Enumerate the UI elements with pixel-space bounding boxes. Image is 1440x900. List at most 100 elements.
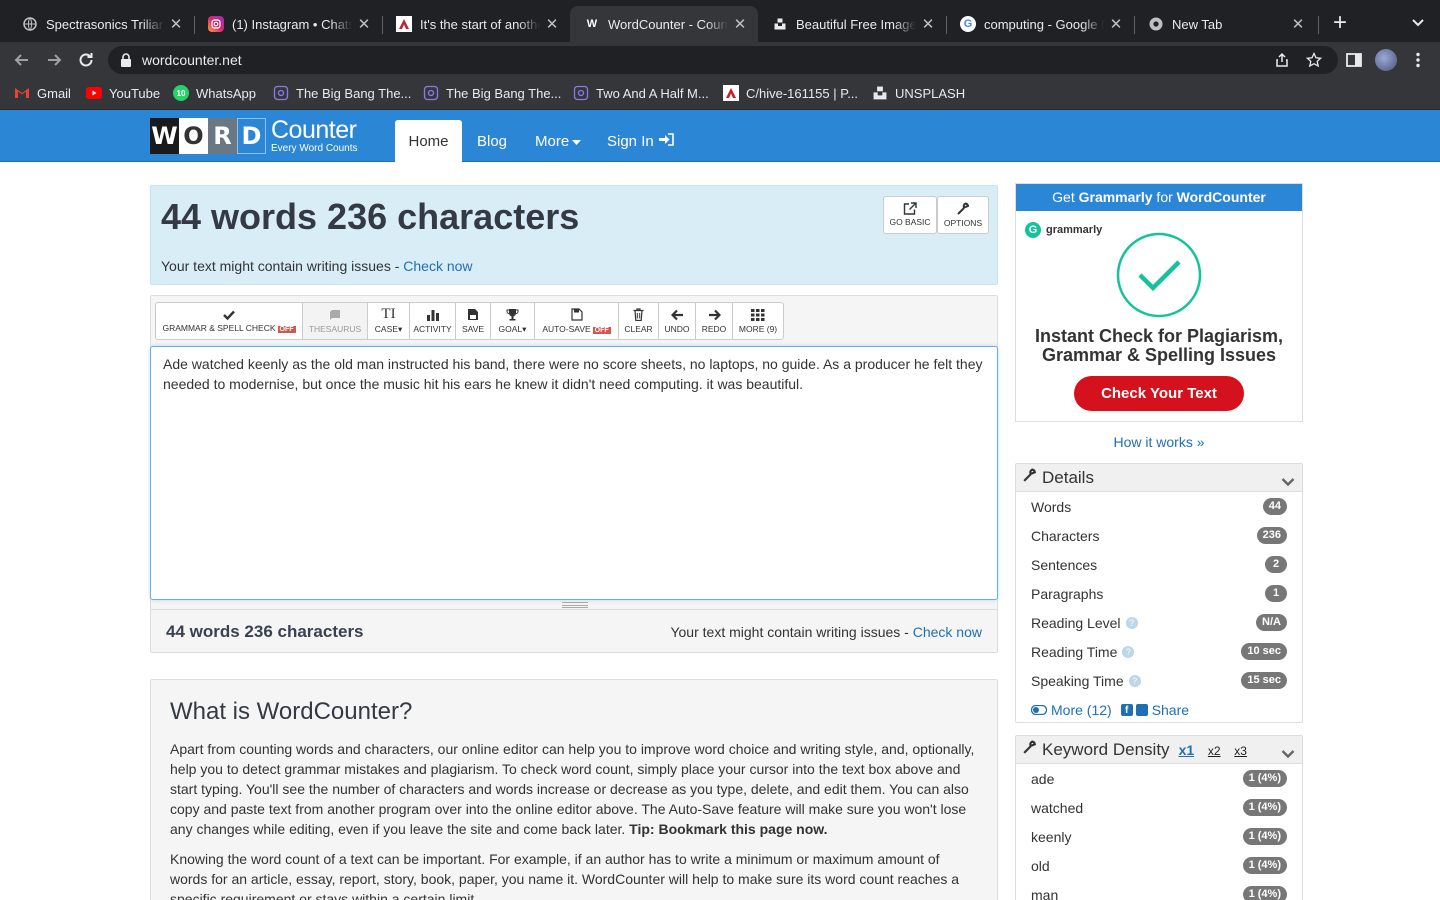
more-tools-button[interactable]: MORE (9) bbox=[732, 302, 784, 340]
browser-tab[interactable]: It's the start of another ✕ bbox=[382, 6, 570, 42]
help-icon[interactable]: ? bbox=[1128, 674, 1141, 687]
help-icon[interactable]: ? bbox=[1122, 645, 1135, 658]
wordcounter-logo[interactable]: W O R D Counter Every Word Counts bbox=[150, 118, 358, 154]
button-label: AUTO-SAVE bbox=[542, 324, 591, 334]
close-tab-icon[interactable]: ✕ bbox=[1290, 15, 1306, 33]
ad-title: Instant Check for Plagiarism, Grammar & … bbox=[1034, 326, 1284, 365]
tab-search-chevron-icon[interactable] bbox=[1408, 12, 1428, 32]
options-button[interactable]: OPTIONS bbox=[937, 196, 989, 234]
bookmark-big-bang-1[interactable]: The Big Bang The... bbox=[273, 85, 411, 101]
details-header[interactable]: Details bbox=[1016, 464, 1302, 492]
profile-avatar[interactable] bbox=[1375, 49, 1397, 71]
wordcounter-favicon: W bbox=[586, 18, 598, 30]
share-icon[interactable] bbox=[1274, 52, 1290, 68]
details-row-reading-level: Reading Level? N/A bbox=[1016, 608, 1302, 637]
forward-arrow-icon[interactable] bbox=[44, 50, 64, 70]
share-link[interactable]: Share bbox=[1152, 702, 1189, 718]
lock-icon[interactable] bbox=[120, 53, 132, 67]
logo-title: Counter bbox=[271, 116, 357, 144]
nav-blog[interactable]: Blog bbox=[463, 120, 521, 162]
bookmark-label: Gmail bbox=[37, 85, 71, 101]
keyword-word: watched bbox=[1031, 799, 1084, 816]
bookmark-big-bang-2[interactable]: The Big Bang The... bbox=[423, 85, 561, 101]
browser-tab[interactable]: Spectrasonics Trilian ✕ bbox=[8, 6, 194, 42]
button-label: UNDO bbox=[664, 323, 690, 334]
browser-tab[interactable]: Beautiful Free Images ✕ bbox=[758, 6, 946, 42]
bookmark-unsplash[interactable]: UNSPLASH bbox=[872, 85, 965, 101]
case-dropdown-button[interactable]: TI CASE▾ bbox=[367, 302, 410, 340]
nav-sign-in[interactable]: Sign In bbox=[593, 120, 688, 162]
browser-tab[interactable]: G computing - Google F ✕ bbox=[946, 6, 1134, 42]
button-label: ACTIVITY bbox=[413, 323, 452, 334]
help-icon[interactable]: ? bbox=[1125, 616, 1138, 629]
nav-more-dropdown[interactable]: More bbox=[521, 120, 595, 162]
save-button[interactable]: SAVE bbox=[455, 302, 491, 340]
how-it-works-link[interactable]: How it works » bbox=[1015, 434, 1303, 450]
browser-tab-active[interactable]: W WordCounter - Count ✕ bbox=[570, 6, 758, 42]
button-label: THESAURUS bbox=[308, 323, 362, 334]
kebab-menu-icon[interactable] bbox=[1408, 50, 1428, 70]
details-actions: More (12) f Share bbox=[1016, 695, 1302, 724]
bookmark-label: The Big Bang The... bbox=[446, 85, 562, 101]
auto-save-button[interactable]: AUTO-SAVE OFF bbox=[534, 302, 619, 340]
clear-button[interactable]: CLEAR bbox=[618, 302, 659, 340]
side-panel-icon[interactable] bbox=[1344, 50, 1364, 70]
keyword-row: man 1 (4%) bbox=[1016, 880, 1302, 900]
tab-title: (1) Instagram • Chats bbox=[232, 16, 352, 32]
address-bar[interactable]: wordcounter.net bbox=[108, 46, 1338, 74]
undo-button[interactable]: UNDO bbox=[658, 302, 696, 340]
check-your-text-button[interactable]: Check Your Text bbox=[1074, 376, 1244, 411]
density-x2-link[interactable]: x2 bbox=[1208, 744, 1221, 758]
keyword-density-header[interactable]: Keyword Density x1 x2 x3 bbox=[1016, 736, 1302, 764]
close-tab-icon[interactable]: ✕ bbox=[356, 15, 372, 33]
density-x1-link[interactable]: x1 bbox=[1179, 742, 1195, 758]
button-label: GOAL bbox=[498, 323, 523, 334]
browser-tab[interactable]: (1) Instagram • Chats ✕ bbox=[194, 6, 382, 42]
details-row-reading-time: Reading Time? 10 sec bbox=[1016, 637, 1302, 666]
chevron-down-icon[interactable] bbox=[1281, 744, 1295, 764]
twitter-icon[interactable] bbox=[1135, 703, 1148, 716]
grammar-spell-check-button[interactable]: GRAMMAR & SPELL CHECK OFF bbox=[155, 302, 303, 340]
text-editor-textarea[interactable]: Ade watched keenly as the old man instru… bbox=[150, 346, 998, 600]
go-basic-button[interactable]: GO BASIC bbox=[883, 196, 937, 234]
close-tab-icon[interactable]: ✕ bbox=[732, 15, 748, 33]
reload-icon[interactable] bbox=[76, 50, 96, 70]
bookmark-youtube[interactable]: YouTube bbox=[86, 85, 160, 101]
back-arrow-icon[interactable] bbox=[12, 50, 32, 70]
thesaurus-button[interactable]: THESAURUS bbox=[302, 302, 368, 340]
bookmark-gmail[interactable]: Gmail bbox=[14, 85, 71, 101]
ad-header: Get Grammarly for WordCounter bbox=[1016, 184, 1302, 211]
check-now-link[interactable]: Check now bbox=[403, 258, 472, 274]
resize-handle[interactable] bbox=[562, 602, 588, 608]
close-tab-icon[interactable]: ✕ bbox=[1108, 15, 1124, 33]
chevron-down-icon[interactable] bbox=[1281, 472, 1295, 492]
close-tab-icon[interactable]: ✕ bbox=[168, 15, 184, 33]
close-tab-icon[interactable]: ✕ bbox=[920, 15, 936, 33]
grammarly-brand-text: grammarly bbox=[1046, 224, 1103, 236]
caret-down-icon: ▾ bbox=[522, 323, 527, 334]
details-row-speaking-time: Speaking Time? 15 sec bbox=[1016, 666, 1302, 695]
close-tab-icon[interactable]: ✕ bbox=[544, 15, 560, 33]
goal-dropdown-button[interactable]: GOAL▾ bbox=[490, 302, 535, 340]
check-now-link[interactable]: Check now bbox=[913, 624, 982, 640]
nav-home[interactable]: Home bbox=[395, 120, 462, 162]
browser-tab[interactable]: New Tab ✕ bbox=[1134, 6, 1316, 42]
more-stats-link[interactable]: More (12) bbox=[1051, 702, 1112, 718]
activity-button[interactable]: ACTIVITY bbox=[409, 302, 456, 340]
bookmark-hive[interactable]: C/hive-161155 | P... bbox=[723, 85, 858, 101]
facebook-icon[interactable]: f bbox=[1120, 703, 1133, 716]
nav-label: More bbox=[535, 132, 570, 150]
logo-letter: D bbox=[237, 118, 266, 154]
grammarly-ad[interactable]: Get Grammarly for WordCounter G grammarl… bbox=[1015, 183, 1303, 422]
count-badge: 10 sec bbox=[1241, 643, 1287, 660]
bookmark-whatsapp[interactable]: 10 WhatsApp bbox=[173, 85, 256, 101]
density-x3-link[interactable]: x3 bbox=[1234, 744, 1247, 758]
trophy-icon bbox=[506, 308, 519, 320]
bookmark-two-half-men[interactable]: Two And A Half M... bbox=[573, 85, 709, 101]
bookmark-star-icon[interactable] bbox=[1305, 51, 1323, 68]
redo-button[interactable]: REDO bbox=[695, 302, 733, 340]
issues-text: Your text might contain writing issues - bbox=[161, 258, 404, 274]
new-tab-button[interactable]: + bbox=[1328, 10, 1352, 38]
logo-tagline: Every Word Counts bbox=[271, 143, 358, 154]
keyword-word: ade bbox=[1031, 770, 1055, 787]
